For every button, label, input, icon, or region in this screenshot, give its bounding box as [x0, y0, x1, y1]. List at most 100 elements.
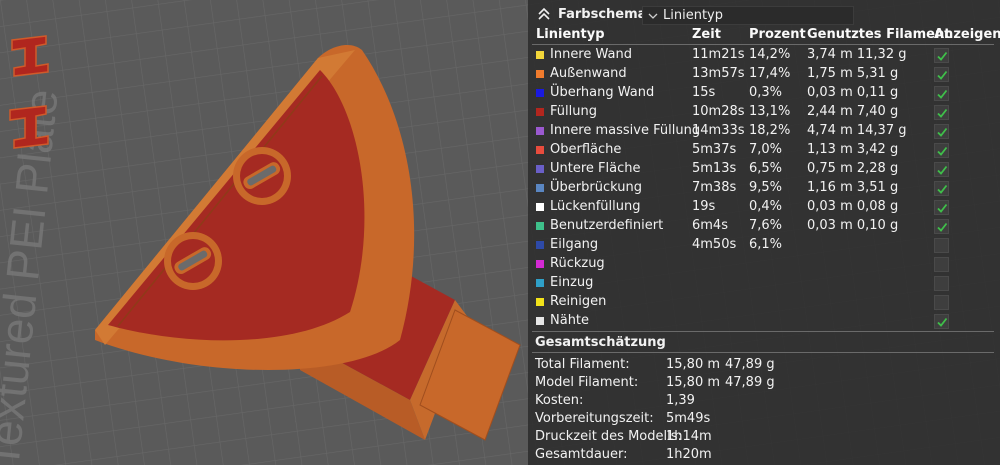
line-type-percent: 7,0%	[749, 142, 783, 157]
show-checkbox[interactable]	[934, 295, 949, 310]
line-type-time: 15s	[692, 85, 716, 100]
show-checkbox[interactable]	[934, 67, 949, 82]
line-type-filament: 2,44 m 7,40 g	[807, 104, 899, 119]
color-swatch	[536, 260, 544, 268]
color-swatch	[536, 241, 544, 249]
legend-row: Füllung 10m28s 13,1% 2,44 m 7,40 g	[528, 103, 1000, 122]
show-checkbox[interactable]	[934, 314, 949, 329]
show-checkbox[interactable]	[934, 162, 949, 177]
line-type-percent: 7,6%	[749, 218, 783, 233]
color-swatch	[536, 108, 544, 116]
line-type-label: Nähte	[550, 313, 590, 328]
line-type-percent: 0,3%	[749, 85, 783, 100]
legend-header: Farbschema Linientyp	[532, 4, 854, 26]
line-type-filament: 1,75 m 5,31 g	[807, 66, 899, 81]
line-type-label: Reinigen	[550, 294, 607, 309]
estimate-title: Gesamtschätzung	[535, 335, 666, 350]
legend-row: Oberfläche 5m37s 7,0% 1,13 m 3,42 g	[528, 141, 1000, 160]
line-type-time: 10m28s	[692, 104, 745, 119]
view-type-dropdown[interactable]: Linientyp	[642, 6, 854, 25]
legend-row: Innere Wand 11m21s 14,2% 3,74 m 11,32 g	[528, 46, 1000, 65]
estimate-row: Gesamtdauer: 1h20m	[535, 447, 835, 464]
estimate-value: 1h20m	[666, 447, 712, 462]
check-icon	[937, 184, 948, 194]
line-type-label: Eilgang	[550, 237, 599, 252]
line-type-percent: 18,2%	[749, 123, 791, 138]
line-type-label: Überhang Wand	[550, 85, 655, 100]
estimate-label: Kosten:	[535, 393, 584, 408]
show-checkbox[interactable]	[934, 181, 949, 196]
legend-row: Einzug	[528, 274, 1000, 293]
col-filament: Genutztes Filament	[807, 27, 951, 42]
color-swatch	[536, 317, 544, 325]
check-icon	[937, 70, 948, 80]
line-type-time: 14m33s	[692, 123, 745, 138]
check-icon	[937, 203, 948, 213]
col-show: Anzeigen	[934, 27, 1000, 42]
show-checkbox[interactable]	[934, 48, 949, 63]
mounting-hole-1	[233, 147, 291, 205]
line-type-percent: 14,2%	[749, 47, 791, 62]
estimate-label: Vorbereitungszeit:	[535, 411, 654, 426]
col-time: Zeit	[692, 27, 721, 42]
collapse-icon[interactable]	[536, 6, 552, 22]
check-icon	[937, 165, 948, 175]
line-type-percent: 6,1%	[749, 237, 783, 252]
estimate-value: 1h14m	[666, 429, 712, 444]
legend-row: Nähte	[528, 312, 1000, 331]
check-icon	[937, 89, 948, 99]
show-checkbox[interactable]	[934, 105, 949, 120]
estimate-title-divider	[532, 352, 994, 353]
legend-row: Reinigen	[528, 293, 1000, 312]
estimate-row: Vorbereitungszeit: 5m49s	[535, 411, 835, 428]
color-swatch	[536, 146, 544, 154]
estimate-label: Model Filament:	[535, 375, 639, 390]
color-swatch	[536, 89, 544, 97]
show-checkbox[interactable]	[934, 219, 949, 234]
color-swatch	[536, 165, 544, 173]
line-type-filament: 1,16 m 3,51 g	[807, 180, 899, 195]
legend-row: Lückenfüllung 19s 0,4% 0,03 m 0,08 g	[528, 198, 1000, 217]
show-checkbox[interactable]	[934, 257, 949, 272]
legend-row: Benutzerdefiniert 6m4s 7,6% 0,03 m 0,10 g	[528, 217, 1000, 236]
line-type-filament: 3,74 m 11,32 g	[807, 47, 907, 62]
show-checkbox[interactable]	[934, 238, 949, 253]
line-type-time: 11m21s	[692, 47, 745, 62]
estimate-value: 1,39	[666, 393, 695, 408]
legend-row: Innere massive Füllung 14m33s 18,2% 4,74 m …	[528, 122, 1000, 141]
color-swatch	[536, 70, 544, 78]
line-type-percent: 13,1%	[749, 104, 791, 119]
line-type-filament: 0,03 m 0,08 g	[807, 199, 899, 214]
line-type-label: Rückzug	[550, 256, 605, 271]
line-type-time: 6m4s	[692, 218, 728, 233]
line-type-label: Füllung	[550, 104, 597, 119]
estimate-label: Total Filament:	[535, 357, 630, 372]
show-checkbox[interactable]	[934, 276, 949, 291]
show-checkbox[interactable]	[934, 200, 949, 215]
line-type-filament: 0,03 m 0,11 g	[807, 85, 899, 100]
line-type-label: Oberfläche	[550, 142, 622, 157]
show-checkbox[interactable]	[934, 143, 949, 158]
color-swatch	[536, 184, 544, 192]
check-icon	[937, 146, 948, 156]
estimate-value: 15,80 m	[666, 357, 721, 372]
legend-row: Überhang Wand 15s 0,3% 0,03 m 0,11 g	[528, 84, 1000, 103]
legend-row: Überbrückung 7m38s 9,5% 1,16 m 3,51 g	[528, 179, 1000, 198]
estimate-row: Kosten: 1,39	[535, 393, 835, 410]
line-type-filament: 0,03 m 0,10 g	[807, 218, 899, 233]
estimate-row: Total Filament: 15,80 m 47,89 g	[535, 357, 835, 374]
legend-row: Eilgang 4m50s 6,1%	[528, 236, 1000, 255]
color-scheme-title: Farbschema	[558, 7, 647, 22]
color-swatch	[536, 279, 544, 287]
line-type-filament: 1,13 m 3,42 g	[807, 142, 899, 157]
show-checkbox[interactable]	[934, 124, 949, 139]
line-type-label: Lückenfüllung	[550, 199, 641, 214]
legend-row: Untere Fläche 5m13s 6,5% 0,75 m 2,28 g	[528, 160, 1000, 179]
check-icon	[937, 51, 948, 61]
line-type-percent: 17,4%	[749, 66, 791, 81]
show-checkbox[interactable]	[934, 86, 949, 101]
line-type-time: 4m50s	[692, 237, 737, 252]
estimate-row: Druckzeit des Modells: 1h14m	[535, 429, 835, 446]
legend-row: Rückzug	[528, 255, 1000, 274]
chevron-down-icon	[648, 13, 658, 19]
